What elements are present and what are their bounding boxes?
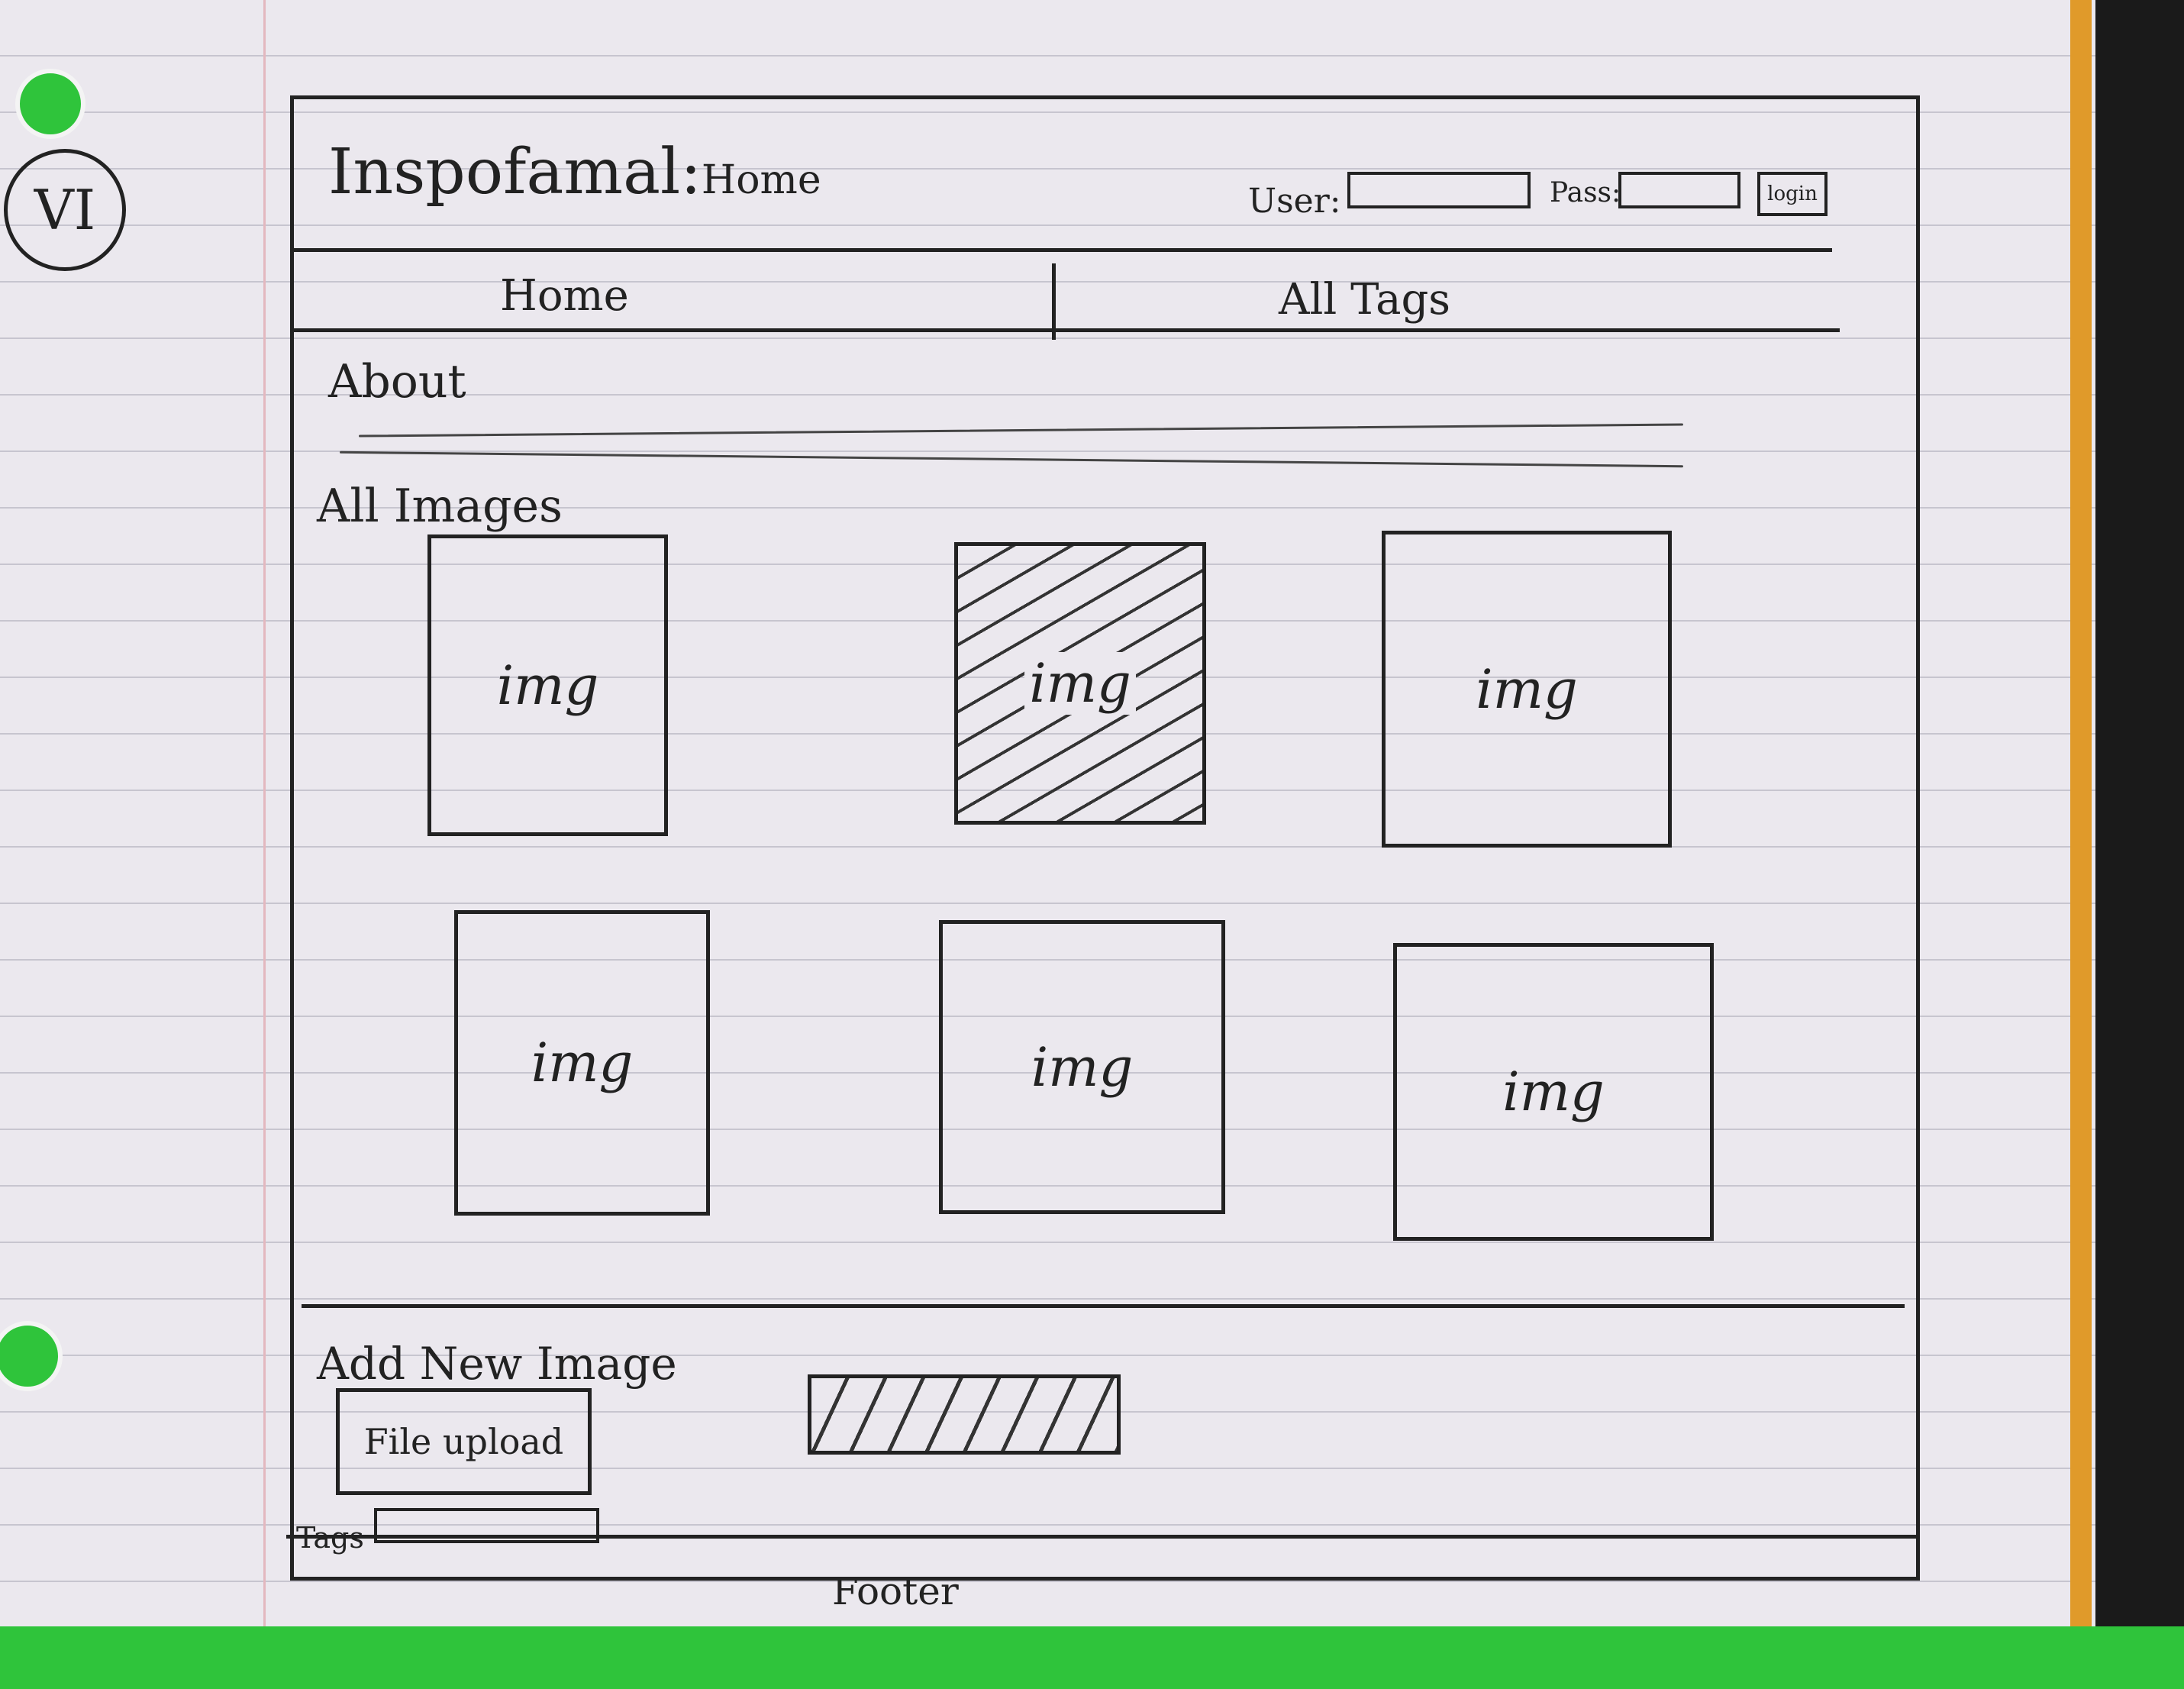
footer-divider bbox=[286, 1535, 1916, 1539]
image-thumbnail[interactable]: img bbox=[939, 920, 1225, 1214]
nav-divider bbox=[1052, 263, 1056, 340]
image-thumbnail[interactable]: img bbox=[1382, 531, 1672, 848]
file-upload-button[interactable]: File upload bbox=[336, 1388, 592, 1495]
site-name: Inspofamal: bbox=[328, 136, 702, 208]
nav-all-tags[interactable]: All Tags bbox=[1279, 275, 1450, 325]
image-thumbnail[interactable]: img bbox=[454, 910, 710, 1216]
all-images-heading: All Images bbox=[317, 480, 563, 533]
login-button[interactable]: login bbox=[1757, 172, 1828, 216]
image-label: img bbox=[1502, 1061, 1605, 1123]
password-input[interactable] bbox=[1618, 172, 1740, 208]
image-label: img bbox=[531, 1032, 634, 1094]
site-title: Inspofamal:Home bbox=[328, 136, 821, 208]
notebook-margin-line bbox=[263, 0, 266, 1634]
upload-submit-button[interactable] bbox=[808, 1374, 1121, 1455]
image-label: img bbox=[496, 654, 599, 717]
section-divider bbox=[302, 1304, 1905, 1308]
notebook-edge bbox=[2070, 0, 2092, 1634]
user-label: User: bbox=[1248, 182, 1341, 221]
image-thumbnail-selected[interactable]: img bbox=[954, 542, 1206, 825]
image-label: img bbox=[1024, 652, 1136, 715]
pass-label: Pass: bbox=[1550, 177, 1621, 208]
image-label: img bbox=[1031, 1035, 1134, 1099]
table-surface bbox=[0, 1626, 2184, 1689]
footer-text: Footer bbox=[832, 1569, 959, 1613]
image-thumbnail[interactable]: img bbox=[1393, 943, 1714, 1241]
about-heading: About bbox=[328, 355, 466, 409]
nav-home[interactable]: Home bbox=[500, 271, 629, 321]
binder-hole bbox=[15, 69, 85, 139]
page-number: VI bbox=[4, 149, 126, 271]
image-thumbnail[interactable]: img bbox=[427, 534, 668, 836]
username-input[interactable] bbox=[1347, 172, 1531, 208]
image-label: img bbox=[1476, 657, 1578, 721]
page-label: Home bbox=[701, 157, 821, 203]
add-new-image-heading: Add New Image bbox=[317, 1338, 677, 1390]
